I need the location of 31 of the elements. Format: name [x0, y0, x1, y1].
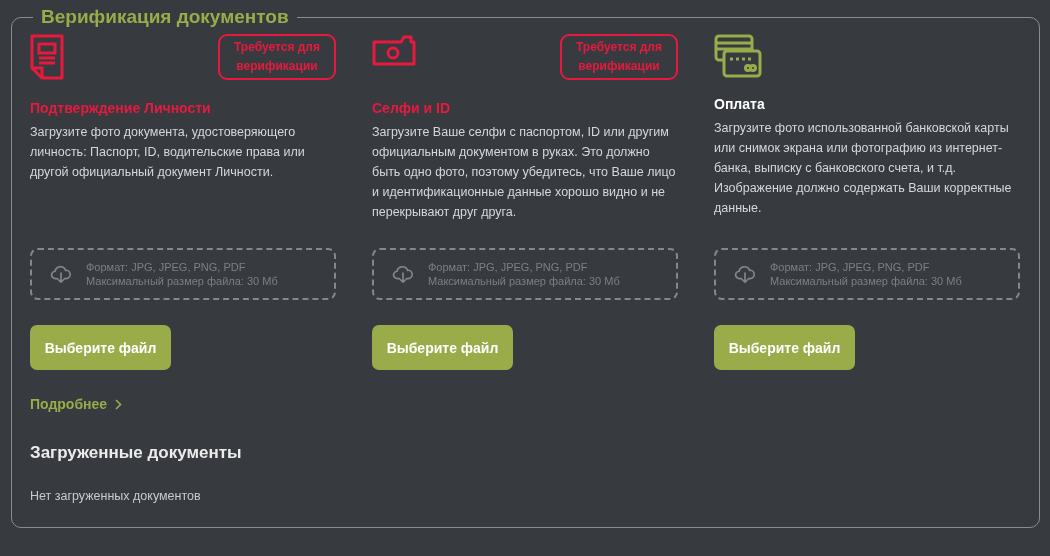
dropzone[interactable]: Формат: JPG, JPEG, PNG, PDF Максимальный размер файла: 30 Мб	[714, 248, 1020, 300]
chevron-right-icon	[115, 398, 123, 410]
card-title: Селфи и ID	[372, 100, 452, 116]
choose-file-button[interactable]: Выберите файл	[372, 325, 513, 370]
credit-cards-icon	[714, 34, 762, 78]
format-hint: Формат: JPG, JPEG, PNG, PDF	[428, 261, 589, 273]
cloud-download-icon	[392, 263, 414, 285]
cloud-download-icon	[50, 263, 72, 285]
document-icon	[30, 34, 64, 80]
size-hint: Максимальный размер файла: 30 Мб	[770, 275, 962, 287]
dropzone[interactable]: Формат: JPG, JPEG, PNG, PDF Максимальный размер файла: 30 Мб	[30, 248, 336, 300]
section-title: Верификация документов	[40, 6, 290, 28]
empty-message: Нет загруженных документов	[30, 489, 202, 503]
size-hint: Максимальный размер файла: 30 Мб	[86, 275, 278, 287]
required-badge: Требуется для верификации	[218, 34, 336, 80]
card-description: Загрузите Ваше селфи с паспортом, ID или другим официальным документом в руках. Это должно быть одно фото, поэтому убедитесь, что Ваше лицо и идентификационные данные хорошо видно и не перекрывают друг друга.	[372, 124, 677, 221]
dropzone[interactable]: Формат: JPG, JPEG, PNG, PDF Максимальный размер файла: 30 Мб	[372, 248, 678, 300]
format-hint: Формат: JPG, JPEG, PNG, PDF	[770, 261, 931, 273]
card-title: Подтверждение Личности	[30, 100, 212, 116]
format-hint: Формат: JPG, JPEG, PNG, PDF	[86, 261, 247, 273]
choose-file-button[interactable]: Выберите файл	[714, 325, 855, 370]
card-description: Загрузите фото документа, удостоверяющего личность: Паспорт, ID, водительские права или другой официальный документ Личности.	[30, 124, 306, 181]
camera-icon	[372, 34, 416, 66]
uploaded-documents-heading: Загруженные документы	[30, 443, 243, 463]
card-title: Оплата	[714, 96, 766, 112]
required-badge: Требуется для верификации	[560, 34, 678, 80]
card-description: Загрузите фото использованной банковской карты или снимок экрана или фотографию из интернет-банка, выписку с банковского счета, и т.д. Изображение должно содержать Ваши корректные данные.	[714, 120, 1013, 217]
choose-file-button[interactable]: Выберите файл	[30, 325, 171, 370]
more-link[interactable]: Подробнее	[30, 396, 123, 412]
cloud-download-icon	[734, 263, 756, 285]
size-hint: Максимальный размер файла: 30 Мб	[428, 275, 620, 287]
